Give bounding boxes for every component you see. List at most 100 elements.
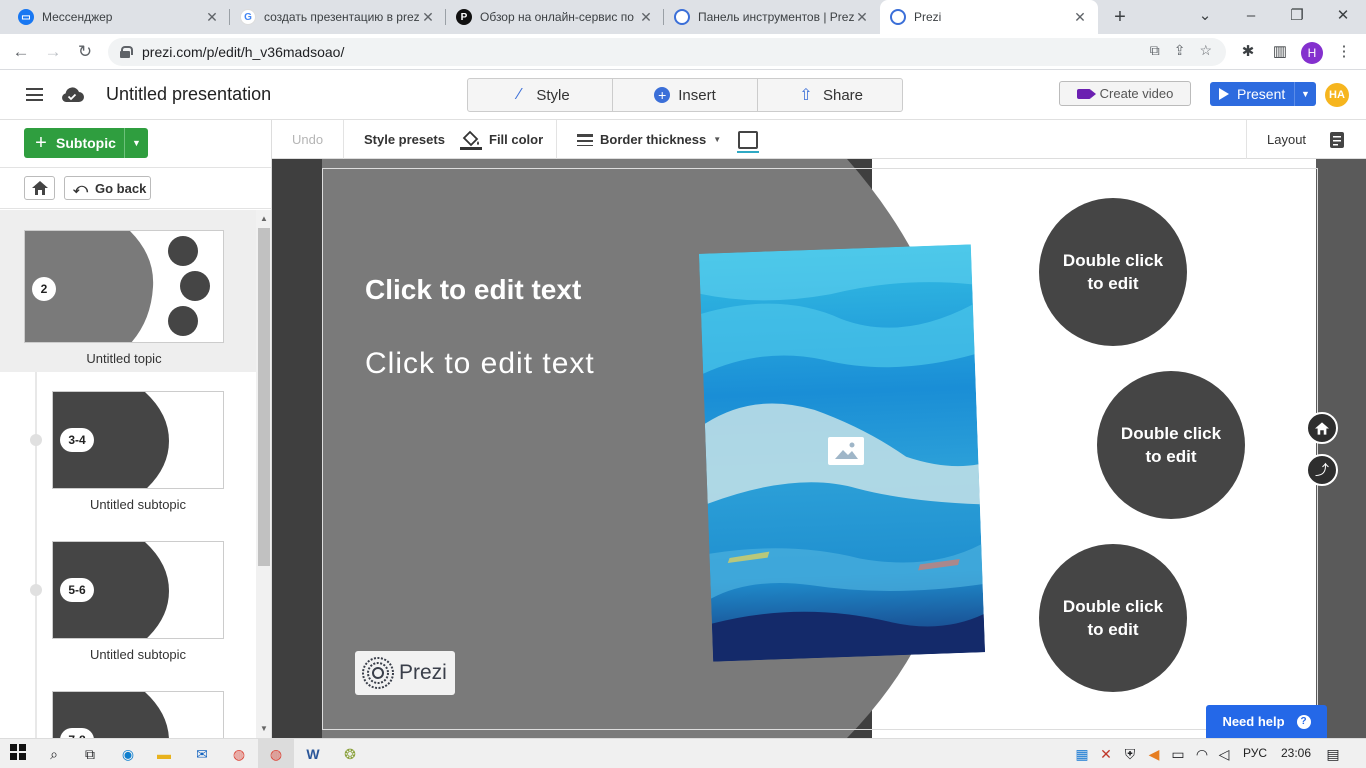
border-color-button[interactable] — [737, 120, 759, 159]
subtopic-number-badge: 7-8 — [60, 728, 94, 738]
window-close-icon[interactable]: ✕ — [1320, 0, 1366, 34]
undo-button[interactable]: Undo — [292, 120, 323, 159]
insert-button[interactable]: + Insert — [613, 79, 758, 111]
search-icon[interactable]: ⌕ — [44, 744, 64, 764]
subtopic-dropdown-icon[interactable]: ▼ — [124, 128, 148, 158]
forward-arrow-icon[interactable]: → — [40, 39, 66, 65]
add-subtopic-button[interactable]: + Subtopic ▼ — [24, 128, 148, 158]
subtopic-thumbnail[interactable]: 3-4 — [52, 391, 224, 489]
browser-tab-obzor[interactable]: P Обзор на онлайн-сервис по ✕ — [446, 0, 664, 34]
layout-button[interactable]: Layout — [1267, 120, 1306, 159]
go-back-button[interactable]: ⤺ Go back — [64, 176, 151, 200]
prezi-logo: Prezi — [355, 651, 455, 695]
battery-icon[interactable]: ▭ — [1168, 744, 1188, 764]
volume-icon[interactable]: ◁ — [1214, 744, 1234, 764]
style-button[interactable]: ⁄ Style — [468, 79, 613, 111]
present-dropdown-icon[interactable]: ▼ — [1294, 82, 1316, 106]
subtopic-thumbnail[interactable]: 5-6 — [52, 541, 224, 639]
need-help-label: Need help — [1222, 714, 1285, 729]
subtopic-circle-1[interactable]: Double click to edit — [1039, 198, 1187, 346]
home-icon — [1315, 421, 1329, 435]
play-icon — [1219, 88, 1229, 100]
slide-canvas[interactable]: Click to edit text Click to edit text Do… — [272, 159, 1366, 738]
extensions-icon[interactable]: ✱ — [1236, 40, 1260, 64]
sidebar-scrollbar-thumb[interactable] — [258, 228, 270, 566]
kebab-menu-icon[interactable]: ⋮ — [1332, 40, 1356, 64]
tab-title: Обзор на онлайн-сервис по — [480, 10, 634, 24]
prezi-header: Untitled presentation ⁄ Style + Insert ⇧… — [0, 70, 1366, 120]
tray-app-icon[interactable]: ✕ — [1096, 744, 1116, 764]
input-language[interactable]: РУС — [1243, 746, 1267, 760]
back-curve-arrow-icon: ⤴ — [1315, 462, 1329, 478]
word-icon[interactable]: W — [303, 744, 323, 764]
fill-color-button[interactable]: Fill color — [460, 120, 543, 159]
topic-thumbnail[interactable]: 2 — [24, 230, 224, 343]
notes-icon[interactable] — [1330, 120, 1344, 159]
translate-icon[interactable]: ⧉ — [1150, 42, 1160, 59]
shield-icon[interactable]: ⛨ — [1120, 744, 1140, 764]
notifications-icon[interactable]: ▤ — [1323, 744, 1343, 764]
clock-time[interactable]: 23:06 — [1281, 746, 1311, 760]
user-avatar[interactable]: HA — [1325, 83, 1349, 107]
back-arrow-icon[interactable]: ← — [8, 39, 34, 65]
tab-search-icon[interactable]: ⌄ — [1182, 0, 1228, 34]
canvas-back-button[interactable]: ⤴ — [1306, 454, 1338, 486]
chrome-icon[interactable]: ◍ — [229, 744, 249, 764]
chrome-active-icon[interactable]: ◍ — [266, 744, 286, 764]
edge-icon[interactable]: ◉ — [118, 744, 138, 764]
present-button[interactable]: Present ▼ — [1210, 82, 1316, 106]
scroll-down-icon[interactable]: ▼ — [258, 723, 270, 735]
scroll-up-icon[interactable]: ▲ — [258, 213, 270, 225]
close-icon[interactable]: ✕ — [420, 9, 436, 26]
hamburger-menu-icon[interactable] — [26, 88, 43, 101]
share-page-icon[interactable]: ⇪ — [1174, 42, 1186, 59]
divider — [0, 208, 271, 209]
minimize-icon[interactable]: – — [1228, 0, 1274, 34]
browser-tab-messenger[interactable]: ▭ Мессенджер ✕ — [8, 0, 230, 34]
question-icon: ? — [1296, 714, 1311, 729]
app-icon[interactable]: ❂ — [340, 744, 360, 764]
slide-title-text[interactable]: Click to edit text — [365, 274, 581, 306]
new-tab-icon[interactable]: + — [1108, 5, 1132, 29]
bookmark-star-icon[interactable]: ☆ — [1199, 42, 1212, 59]
subtopic-circle-2[interactable]: Double click to edit — [1097, 371, 1245, 519]
windows-start-icon[interactable] — [8, 744, 28, 764]
browser-profile-avatar[interactable]: H — [1301, 42, 1323, 64]
speaker-alert-icon[interactable]: ◀ — [1144, 744, 1164, 764]
border-thickness-dropdown[interactable]: Border thickness ▼ — [577, 120, 721, 159]
address-bar[interactable]: prezi.com/p/edit/h_v36madsoao/ ⧉ ⇪ ☆ — [108, 38, 1226, 66]
style-presets-button[interactable]: Style presets — [364, 120, 445, 159]
create-video-button[interactable]: Create video — [1059, 81, 1191, 106]
close-icon[interactable]: ✕ — [204, 9, 220, 26]
share-button[interactable]: ⇧ Share — [758, 79, 902, 111]
style-label: Style — [536, 86, 570, 104]
browser-tab-prezi[interactable]: Prezi ✕ — [880, 0, 1098, 34]
tab-title: Мессенджер — [42, 10, 113, 24]
subtopic-thumbnail[interactable]: 7-8 — [52, 691, 224, 738]
side-panel-icon[interactable]: ▥ — [1268, 40, 1292, 64]
browser-tab-google[interactable]: G создать презентацию в prezi ✕ — [230, 0, 446, 34]
file-explorer-icon[interactable]: ▬ — [154, 744, 174, 764]
task-view-icon[interactable]: ⧉ — [80, 744, 100, 764]
maximize-icon[interactable]: ❐ — [1274, 0, 1320, 34]
paint-bucket-icon — [460, 130, 482, 150]
topic-label: Untitled topic — [86, 351, 162, 366]
close-icon[interactable]: ✕ — [854, 9, 870, 26]
network-app-icon[interactable]: ▦ — [1072, 744, 1092, 764]
browser-tab-panel[interactable]: Панель инструментов | Prezi ✕ — [664, 0, 880, 34]
reload-icon[interactable]: ↻ — [72, 39, 98, 65]
close-icon[interactable]: ✕ — [1072, 9, 1088, 26]
subtopic-label: Subtopic — [56, 135, 116, 151]
home-button[interactable] — [24, 176, 55, 200]
image-placeholder-icon[interactable] — [828, 437, 864, 465]
presentation-title[interactable]: Untitled presentation — [106, 84, 271, 105]
wifi-icon[interactable]: ◠ — [1192, 744, 1212, 764]
close-icon[interactable]: ✕ — [638, 9, 654, 26]
mail-icon[interactable]: ✉ — [192, 744, 212, 764]
subtopic-circle-3[interactable]: Double click to edit — [1039, 544, 1187, 692]
url-text: prezi.com/p/edit/h_v36madsoao/ — [142, 44, 345, 60]
need-help-button[interactable]: Need help ? — [1206, 705, 1327, 738]
messenger-icon: ▭ — [18, 9, 34, 25]
canvas-home-button[interactable] — [1306, 412, 1338, 444]
slide-body-text[interactable]: Click to edit text — [365, 347, 595, 381]
